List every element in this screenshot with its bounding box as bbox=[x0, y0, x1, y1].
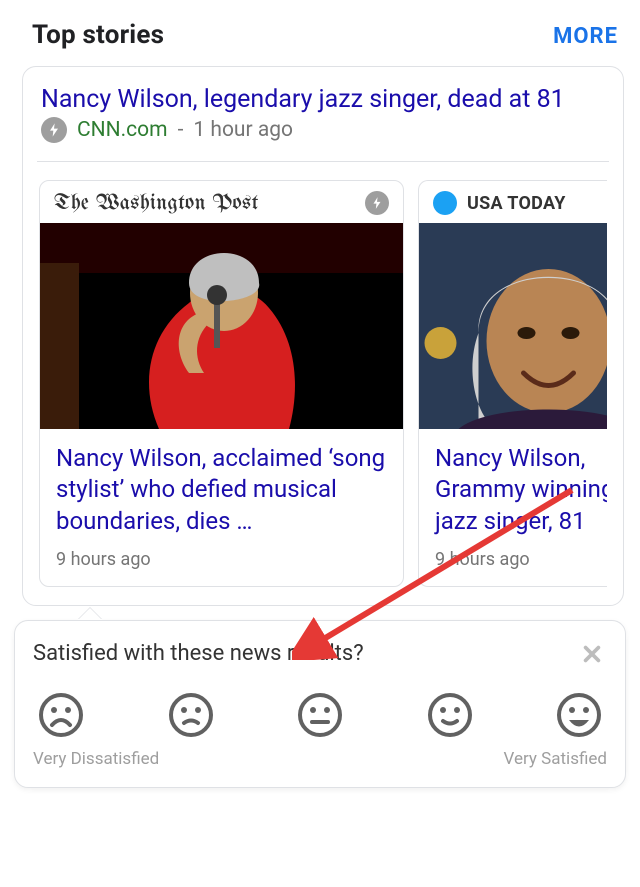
more-link[interactable]: MORE bbox=[553, 24, 618, 49]
story-thumbnail bbox=[40, 223, 403, 429]
lead-time: 1 hour ago bbox=[193, 118, 293, 142]
label-right: Very Satisfied bbox=[504, 749, 607, 769]
rating-labels: Very Dissatisfied Very Satisfied bbox=[33, 749, 607, 769]
story-title: Nancy Wilson, acclaimed ‘song stylist’ w… bbox=[40, 429, 403, 543]
rating-dissatisfied[interactable] bbox=[167, 691, 215, 739]
story-carousel[interactable]: The Washington Post bbox=[39, 180, 607, 587]
top-stories-header: Top stories MORE bbox=[32, 20, 618, 50]
rating-very-satisfied[interactable] bbox=[555, 691, 603, 739]
popover-tip-icon bbox=[78, 608, 102, 620]
story-title: Nancy Wilson, Grammy winning jazz singer… bbox=[419, 429, 607, 543]
story-time: 9 hours ago bbox=[40, 543, 403, 586]
rating-satisfied[interactable] bbox=[426, 691, 474, 739]
rating-faces bbox=[37, 691, 603, 739]
story-thumbnail bbox=[419, 223, 607, 429]
publisher-name: The Washington Post bbox=[54, 192, 259, 215]
publisher-logo-icon bbox=[433, 191, 457, 215]
story-time: 9 hours ago bbox=[419, 543, 607, 586]
feedback-popover-wrap: Satisfied with these news results? bbox=[22, 620, 624, 788]
amp-icon bbox=[41, 117, 67, 143]
feedback-question: Satisfied with these news results? bbox=[33, 641, 364, 666]
lead-story-title[interactable]: Nancy Wilson, legendary jazz singer, dea… bbox=[41, 85, 565, 114]
divider bbox=[37, 161, 609, 163]
lead-source: CNN.com bbox=[77, 118, 168, 142]
publisher-row: USA TODAY bbox=[419, 181, 607, 223]
story-card[interactable]: The Washington Post bbox=[39, 180, 404, 587]
rating-neutral[interactable] bbox=[296, 691, 344, 739]
story-card[interactable]: USA TODAY bbox=[418, 180, 607, 587]
close-icon bbox=[581, 643, 603, 665]
rating-very-dissatisfied[interactable] bbox=[37, 691, 85, 739]
publisher-row: The Washington Post bbox=[40, 181, 403, 223]
amp-icon bbox=[365, 191, 389, 215]
lead-story-meta: CNN.com - 1 hour ago bbox=[41, 117, 605, 143]
close-button[interactable] bbox=[577, 639, 607, 669]
feedback-popover: Satisfied with these news results? bbox=[14, 620, 626, 788]
publisher-name: USA TODAY bbox=[467, 193, 566, 214]
section-title: Top stories bbox=[32, 20, 164, 50]
separator: - bbox=[178, 118, 184, 142]
top-stories-card: Nancy Wilson, legendary jazz singer, dea… bbox=[22, 66, 624, 606]
label-left: Very Dissatisfied bbox=[33, 749, 159, 769]
